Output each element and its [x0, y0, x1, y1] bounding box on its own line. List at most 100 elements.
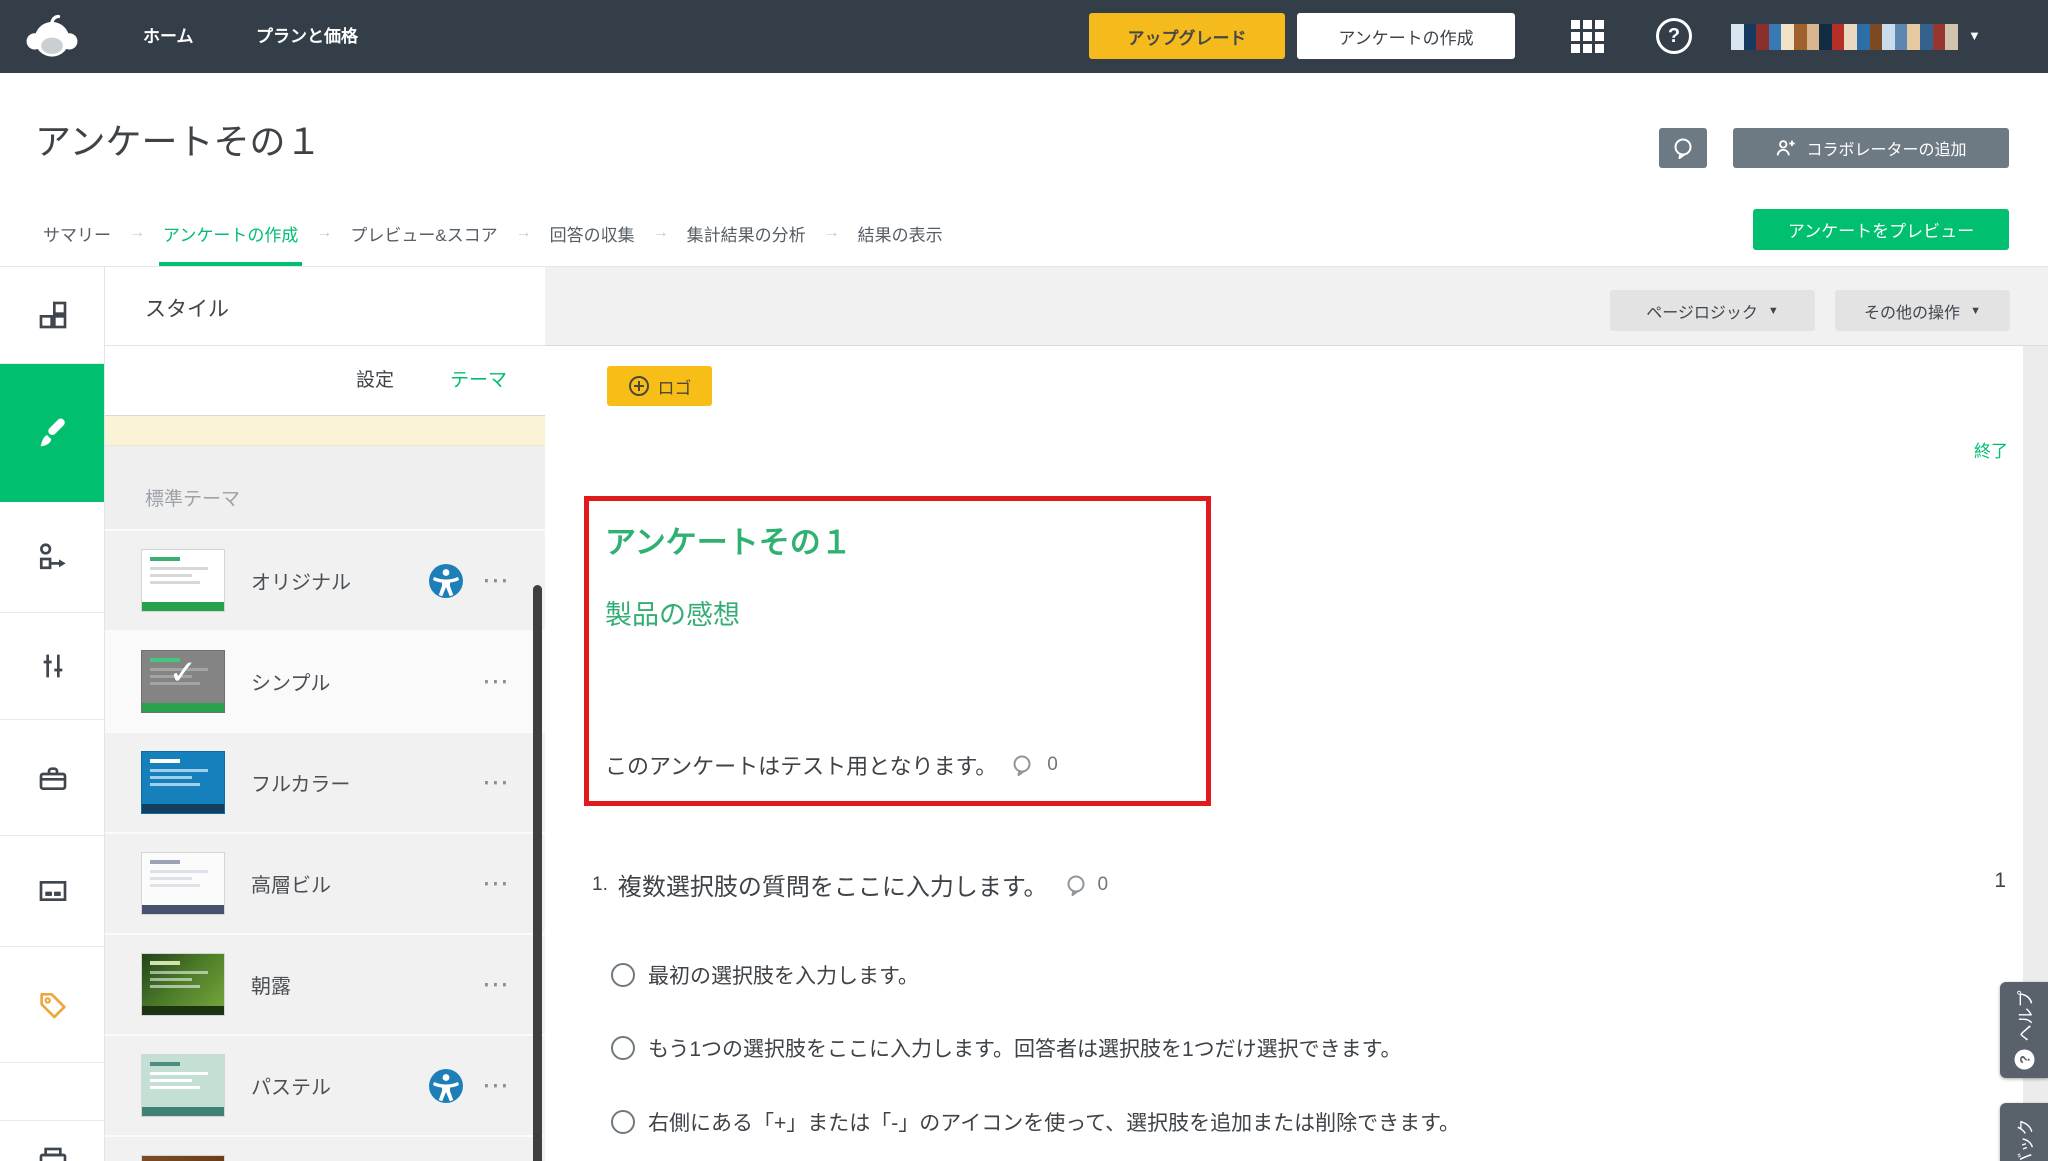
surveymonkey-app: ホーム プランと価格 アップグレード アンケートの作成 ? ▼ アンケートその１… [0, 0, 2048, 1161]
style-panel-header: スタイル ? [105, 267, 545, 346]
theme-row[interactable]: ✓シンプル⋯ [105, 630, 545, 731]
sidebar-tag-icon[interactable] [0, 947, 105, 1063]
step-arrow-icon: → [516, 224, 532, 242]
page-logic-dropdown[interactable]: ページロジック ▼ [1610, 290, 1815, 331]
workflow-steps: サマリー→アンケートの作成→プレビュー&スコア→回答の収集→集計結果の分析→結果… [43, 200, 943, 266]
theme-name: オリジナル [251, 566, 428, 595]
sidebar-build-questions-icon[interactable] [0, 267, 105, 364]
survey-subtitle: 製品の感想 [605, 593, 740, 632]
redaction-pixel [1769, 37, 1782, 50]
apps-grid-icon[interactable] [1571, 20, 1607, 54]
redaction-pixel [1870, 24, 1883, 37]
style-panel: スタイル ? 設定 テーマ 標準テーマ オリジナル⋯✓シンプル⋯フルカラー⋯高層… [105, 267, 545, 1161]
answer-option[interactable]: もう1つの選択肢をここに入力します。回答者は選択肢を1つだけ選択できます。 [611, 1033, 1402, 1063]
theme-menu-dots[interactable]: ⋯ [482, 565, 511, 596]
theme-row[interactable]: ⋯ [105, 1135, 545, 1161]
user-menu-caret-icon[interactable]: ▼ [1968, 28, 1981, 43]
theme-thumbnail[interactable] [141, 751, 225, 814]
help-icon[interactable]: ? [1656, 18, 1692, 54]
theme-menu-dots[interactable]: ⋯ [482, 1070, 511, 1101]
style-panel-tabs: 設定 テーマ [105, 346, 545, 416]
nav-home[interactable]: ホーム [143, 0, 194, 73]
comment-bubble-icon[interactable] [1011, 754, 1033, 776]
redaction-pixel [1844, 24, 1857, 37]
theme-thumbnail[interactable] [141, 549, 225, 612]
canvas-toolbar: ページロジック ▼ その他の操作 ▼ [545, 267, 2048, 346]
preview-survey-button[interactable]: アンケートをプレビュー [1753, 209, 2009, 250]
redaction-pixel [1857, 24, 1870, 37]
panel-scrollbar[interactable] [533, 585, 542, 1161]
workflow-step[interactable]: プレビュー&スコア [350, 200, 497, 266]
answer-option[interactable]: 右側にある「+」または「-」のアイコンを使って、選択肢を追加または削除できます。 [611, 1107, 1460, 1137]
title-row: アンケートその１ コラボレーターの追加 [0, 73, 2048, 200]
comment-bubble-icon[interactable] [1065, 874, 1087, 896]
more-actions-dropdown[interactable]: その他の操作 ▼ [1835, 290, 2010, 331]
radio-button-icon[interactable] [611, 1036, 635, 1060]
redaction-pixel [1844, 37, 1857, 50]
nav-plans-pricing[interactable]: プランと価格 [256, 0, 358, 73]
theme-row[interactable]: フルカラー ⋯ [105, 731, 545, 832]
sidebar-style-brush-icon[interactable] [0, 364, 105, 502]
question-comment-count: 0 [1097, 874, 1108, 896]
redaction-pixel [1781, 24, 1794, 37]
theme-menu-dots[interactable]: ⋯ [482, 666, 511, 697]
theme-row[interactable]: 朝露 ⋯ [105, 933, 545, 1034]
theme-menu-dots[interactable]: ⋯ [482, 868, 511, 899]
theme-thumbnail[interactable] [141, 852, 225, 915]
standard-themes-label: 標準テーマ [105, 446, 545, 529]
upgrade-button[interactable]: アップグレード [1089, 13, 1285, 59]
sidebar-print-icon[interactable] [0, 1121, 105, 1161]
comments-button[interactable] [1659, 128, 1707, 168]
theme-row[interactable]: オリジナル ⋯ [105, 529, 545, 630]
user-name-redacted[interactable] [1731, 24, 1959, 50]
tab-theme[interactable]: テーマ [450, 346, 507, 416]
redaction-pixel [1945, 37, 1958, 50]
add-collaborator-button[interactable]: コラボレーターの追加 [1733, 128, 2009, 168]
theme-menu-dots[interactable]: ⋯ [482, 969, 511, 1000]
radio-button-icon[interactable] [611, 1110, 635, 1134]
workflow-step[interactable]: サマリー [43, 200, 111, 266]
sidebar-options-sliders-icon[interactable] [0, 613, 105, 720]
workflow-step[interactable]: アンケートの作成 [163, 200, 298, 266]
page-logic-label: ページロジック [1646, 299, 1758, 323]
theme-thumbnail[interactable] [141, 1155, 225, 1161]
style-panel-title: スタイル [145, 293, 229, 323]
step-arrow-icon: → [824, 224, 840, 242]
help-tab[interactable]: ? ヘルプ [2000, 982, 2048, 1078]
redaction-pixel [1731, 24, 1744, 37]
redaction-pixel [1907, 24, 1920, 37]
question-row[interactable]: 1. 複数選択肢の質問をここに入力します。 0 [592, 867, 1108, 902]
end-page-link[interactable]: 終了 [1974, 437, 2008, 462]
theme-name: フルカラー [251, 768, 470, 797]
sidebar-footer-card-icon[interactable] [0, 836, 105, 947]
builder-icon-sidebar [0, 267, 105, 1161]
surveymonkey-logo-icon[interactable] [26, 10, 78, 62]
theme-thumbnail[interactable] [141, 1054, 225, 1117]
theme-menu-dots[interactable]: ⋯ [482, 767, 511, 798]
theme-thumbnail[interactable]: ✓ [141, 650, 225, 713]
workflow-step[interactable]: 集計結果の分析 [687, 200, 806, 266]
theme-name: 朝露 [251, 970, 470, 999]
redaction-pixel [1882, 24, 1895, 37]
survey-header-highlighted[interactable]: アンケートその１ 製品の感想 このアンケートはテスト用となります。 0 [584, 496, 1211, 806]
redaction-pixel [1895, 37, 1908, 50]
sidebar-toolbox-icon[interactable] [0, 720, 105, 836]
radio-button-icon[interactable] [611, 963, 635, 987]
theme-thumbnail[interactable] [141, 953, 225, 1016]
add-logo-button[interactable]: ロゴ [607, 366, 712, 406]
answer-option[interactable]: 最初の選択肢を入力します。 [611, 960, 919, 990]
sidebar-skip-logic-icon[interactable] [0, 502, 105, 613]
redaction-pixel [1895, 24, 1908, 37]
redaction-pixel [1920, 24, 1933, 37]
question-number: 1. [592, 874, 608, 896]
add-logo-label: ロゴ [658, 374, 692, 399]
theme-row[interactable]: パステル⋯ [105, 1034, 545, 1135]
theme-row[interactable]: 高層ビル⋯ [105, 832, 545, 933]
page-number: 1 [1994, 869, 2006, 893]
workflow-step[interactable]: 回答の収集 [550, 200, 635, 266]
tab-settings[interactable]: 設定 [356, 346, 394, 416]
workflow-step[interactable]: 結果の表示 [858, 200, 943, 266]
feedback-tab[interactable]: フィードバック [2000, 1103, 2048, 1161]
create-survey-button[interactable]: アンケートの作成 [1297, 13, 1515, 59]
selected-check-icon: ✓ [142, 653, 224, 693]
